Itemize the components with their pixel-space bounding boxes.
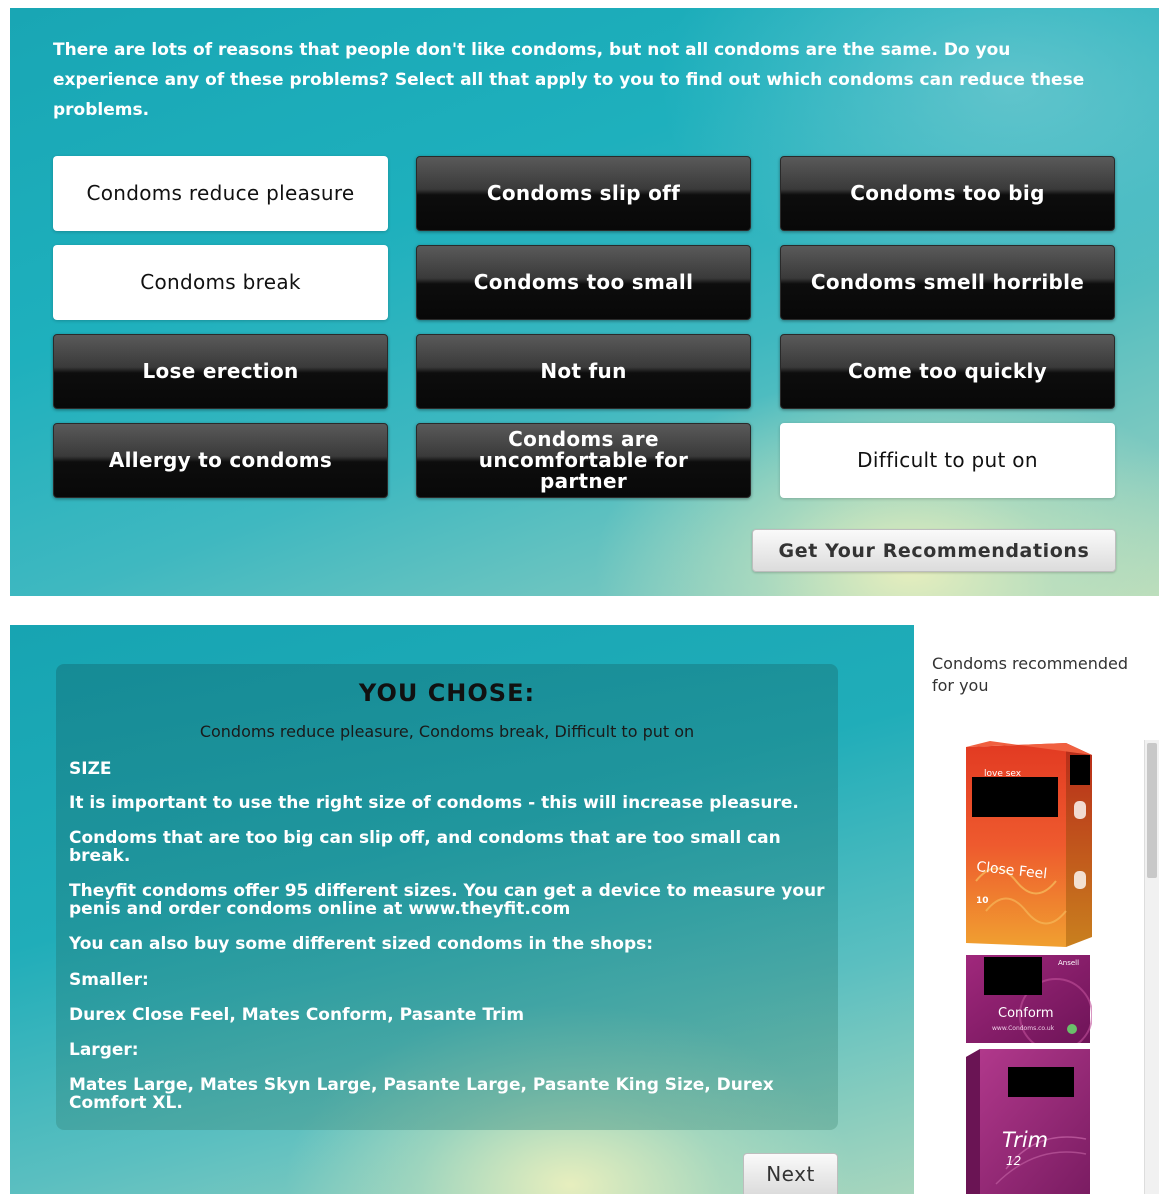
next-button[interactable]: Next [743,1153,838,1194]
product-trim-name: Trim [1002,1128,1048,1152]
info-paragraph: Durex Close Feel, Mates Conform, Pasante… [69,1005,525,1025]
product-conform[interactable]: Conform www.Condoms.co.uk Ansell [966,955,1093,1052]
quiz-panel: There are lots of reasons that people do… [10,8,1159,596]
redaction-box [984,957,1042,995]
info-paragraph: Condoms that are too big can slip off, a… [69,828,781,866]
scrollbar-thumb[interactable] [1147,743,1157,878]
product-close-feel[interactable]: Close Feel love sex 10 [966,741,1092,949]
product-close-feel-count: 10 [976,896,989,906]
product-trim[interactable]: Trim 12 [966,1049,1092,1194]
results-box: YOU CHOSE: Condoms reduce pleasure, Cond… [56,664,838,1130]
option-condoms-reduce-pleasure[interactable]: Condoms reduce pleasure [53,156,388,231]
info-paragraph: You can also buy some different sized co… [69,934,654,954]
product-trim-count: 12 [1006,1154,1021,1168]
info-paragraph: Theyfit condoms offer 95 different sizes… [69,881,825,919]
info-heading-size: SIZE [69,759,112,779]
info-label-larger: Larger: [69,1040,139,1060]
option-uncomfortable-for-partner[interactable]: Condoms are uncomfortable for partner [416,423,751,498]
info-paragraph: Mates Large, Mates Skyn Large, Pasante L… [69,1075,774,1113]
option-condoms-break[interactable]: Condoms break [53,245,388,320]
redaction-box [1008,1067,1074,1097]
sidebar-title: Condoms recommended for you [932,654,1129,695]
option-condoms-slip-off[interactable]: Condoms slip off [416,156,751,231]
info-paragraph: It is important to use the right size of… [69,793,799,813]
option-lose-erection[interactable]: Lose erection [53,334,388,409]
option-condoms-too-small[interactable]: Condoms too small [416,245,751,320]
get-recommendations-button[interactable]: Get Your Recommendations [752,529,1116,572]
product-conform-brand: Ansell [1058,959,1079,967]
option-condoms-too-big[interactable]: Condoms too big [780,156,1115,231]
option-condoms-smell-horrible[interactable]: Condoms smell horrible [780,245,1115,320]
results-title: YOU CHOSE: [358,679,536,707]
product-conform-url: www.Condoms.co.uk [992,1025,1055,1032]
info-label-smaller: Smaller: [69,970,149,990]
option-difficult-to-put-on[interactable]: Difficult to put on [780,423,1115,498]
chosen-problems: Condoms reduce pleasure, Condoms break, … [199,722,695,741]
product-conform-name: Conform [998,1006,1054,1021]
sidebar-scrollbar[interactable] [1144,740,1159,1194]
redaction-box [972,777,1058,817]
redaction-box [1070,755,1090,785]
recommendations-sidebar: Condoms recommended for you Close Feel l… [914,625,1159,1194]
results-panel: YOU CHOSE: Condoms reduce pleasure, Cond… [10,625,914,1194]
option-allergy-to-condoms[interactable]: Allergy to condoms [53,423,388,498]
option-not-fun[interactable]: Not fun [416,334,751,409]
option-come-too-quickly[interactable]: Come too quickly [780,334,1115,409]
quiz-intro: There are lots of reasons that people do… [53,40,1085,120]
